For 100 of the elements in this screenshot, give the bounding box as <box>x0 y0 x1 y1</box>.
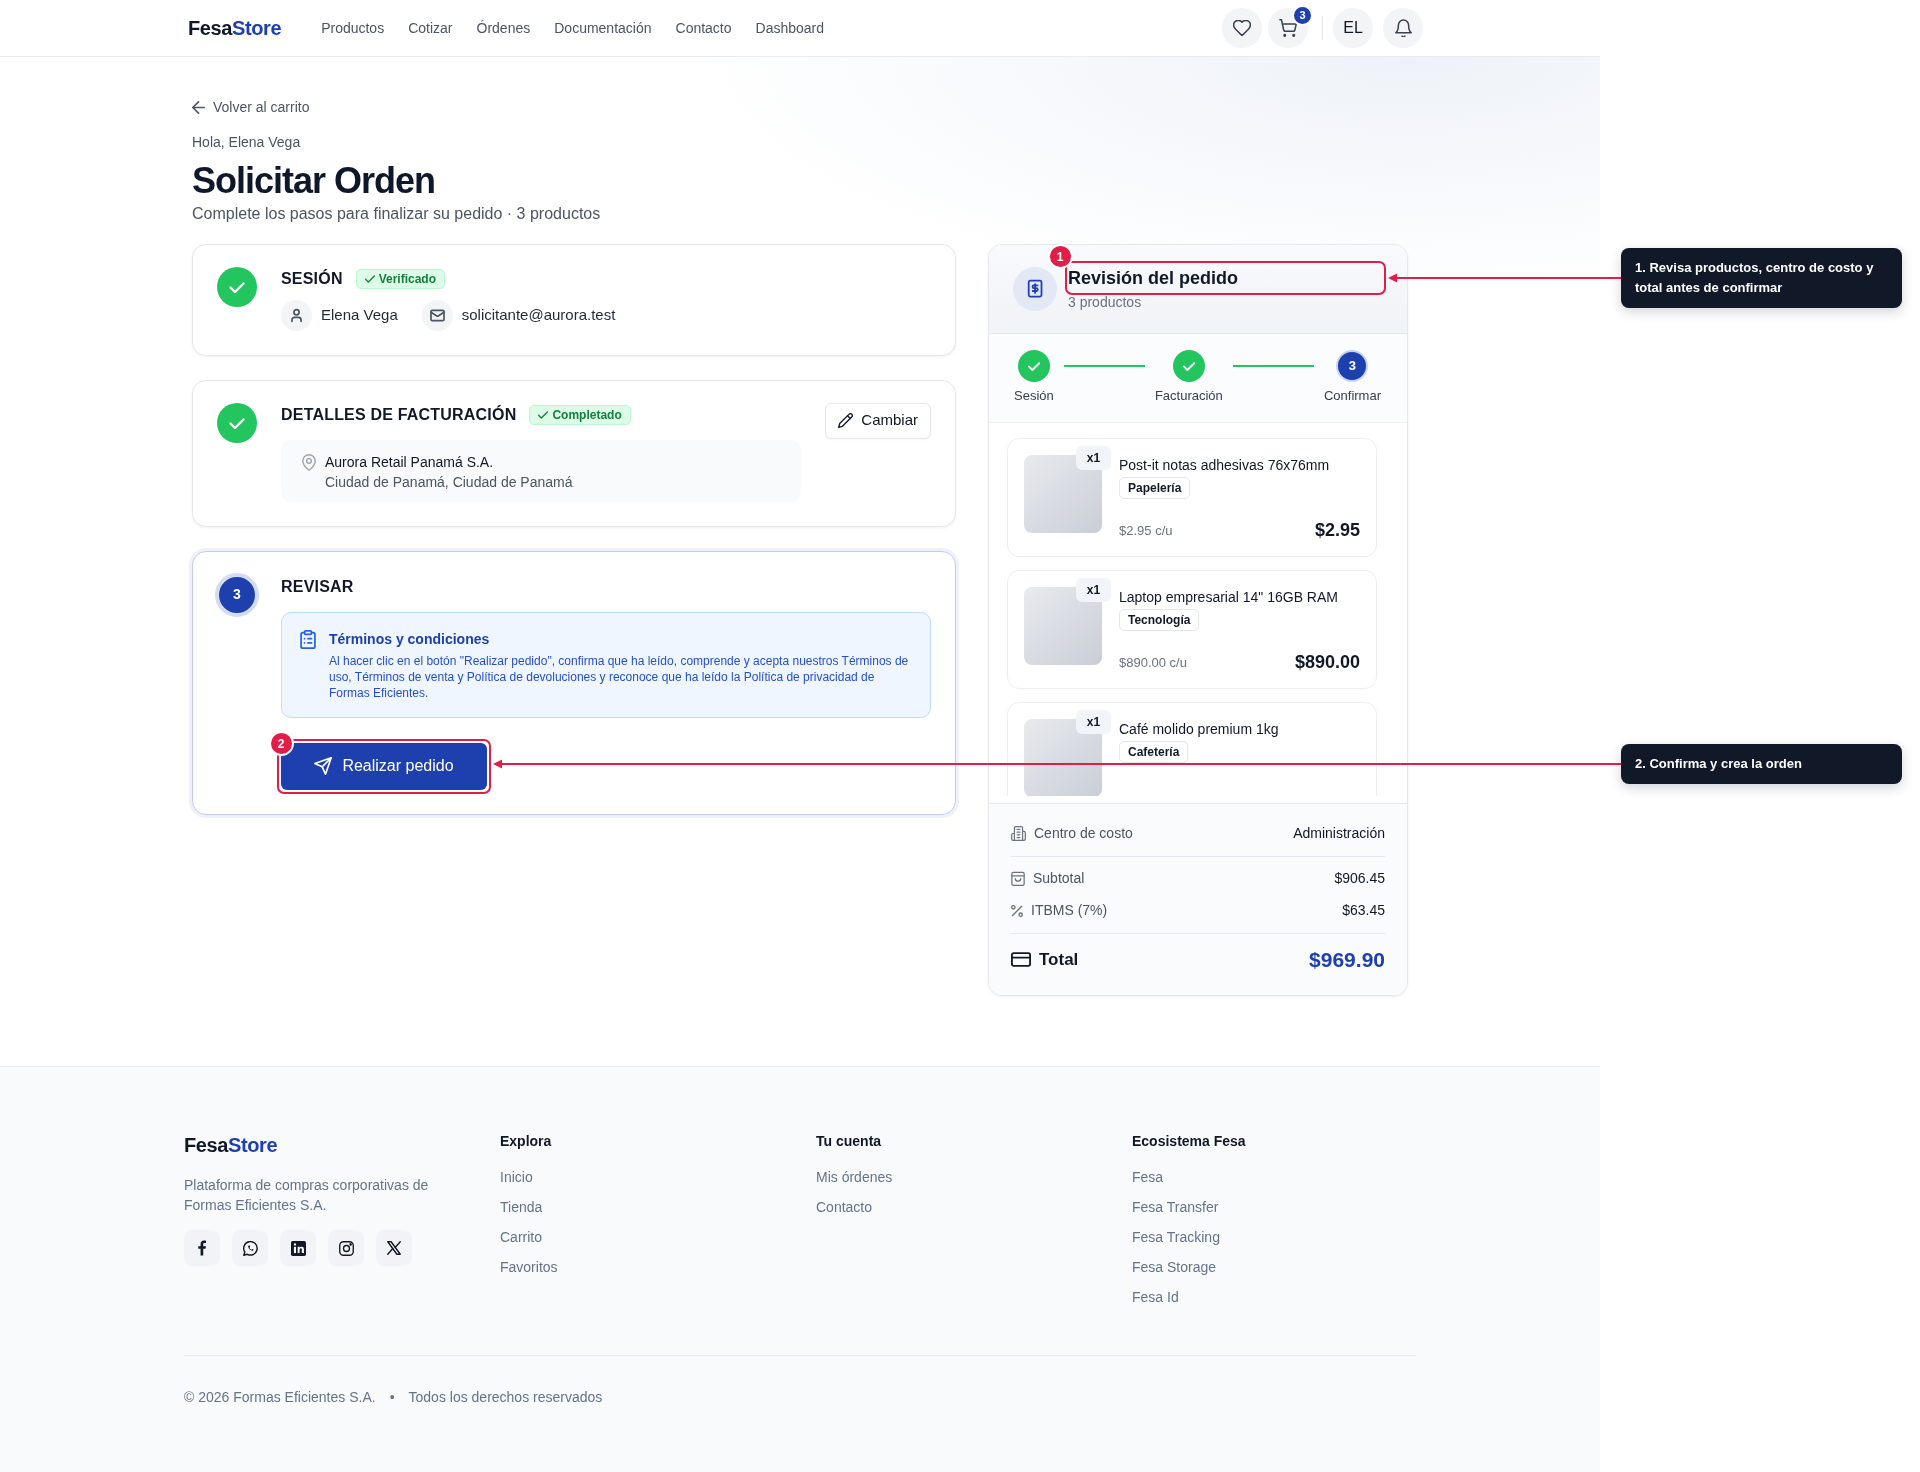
map-pin-icon <box>302 453 316 471</box>
row-value: $63.45 <box>1342 901 1385 920</box>
instagram-icon <box>338 1240 354 1256</box>
step-label: Facturación <box>1154 386 1223 405</box>
total-value: $969.90 <box>1309 946 1385 973</box>
mail-icon <box>421 299 453 331</box>
status-text: Completado <box>552 406 622 424</box>
unit-price: $2.95 c/u <box>1119 521 1173 540</box>
percent-icon <box>1011 904 1023 917</box>
row-label: Centro de costo <box>1034 824 1133 843</box>
check-icon <box>364 274 375 283</box>
bell-icon <box>1394 19 1412 37</box>
instagram-link[interactable] <box>328 1230 364 1266</box>
whatsapp-link[interactable] <box>232 1230 268 1266</box>
facebook-icon <box>195 1240 209 1256</box>
terms-text: Al hacer clic en el botón "Realizar pedido", confirma que ha leído, comprende y acepta nuestros Términos de uso, Términos de venta y Política de devoluciones y reconoce que ha leído la Política de privacidad de Formas Eficientes. <box>329 652 910 701</box>
step-label: Confirmar <box>1323 386 1381 405</box>
nav-link[interactable]: Documentación <box>554 18 652 38</box>
quantity-label: x1 <box>1076 445 1111 470</box>
footer-link[interactable]: Fesa <box>1132 1167 1164 1187</box>
footer-link[interactable]: Favoritos <box>500 1257 558 1277</box>
wishlist-button[interactable] <box>1222 8 1262 48</box>
user-name: Elena Vega <box>321 305 398 325</box>
annotation-callout: 1. Revisa productos, centro de costo y total antes de confirmar <box>1621 247 1902 308</box>
copyright-text: © 2026 Formas Eficientes S.A. <box>184 1388 376 1407</box>
heart-icon <box>1233 20 1251 36</box>
footer-logo[interactable]: FesaStore <box>184 1134 278 1156</box>
step-label: Sesión <box>1014 386 1054 405</box>
footer-description: Plataforma de compras corporativas de Formas Eficientes S.A. <box>184 1176 430 1215</box>
user-avatar[interactable]: EL <box>1333 8 1373 48</box>
cart-icon <box>1279 19 1297 37</box>
nav-link[interactable]: Órdenes <box>476 18 531 38</box>
footer-link[interactable]: Tienda <box>500 1197 543 1217</box>
section-title: SESIÓN <box>281 268 343 289</box>
greeting-text: Hola, Elena Vega <box>192 132 302 152</box>
line-total: $2.95 <box>1314 519 1360 542</box>
address-text: Ciudad de Panamá, Ciudad de Panamá <box>325 472 573 492</box>
footer-link[interactable]: Mis órdenes <box>816 1167 893 1187</box>
category-tag: Papelería <box>1119 476 1191 499</box>
bag-icon <box>1011 871 1025 886</box>
pencil-icon <box>838 413 854 428</box>
status-text: Verificado <box>378 270 437 288</box>
rights-text: Todos los derechos reservados <box>408 1388 603 1407</box>
footer-heading: Explora <box>500 1132 553 1151</box>
section-title: DETALLES DE FACTURACIÓN <box>281 404 517 425</box>
step-number: 3 <box>215 572 259 617</box>
x-logo-icon <box>387 1241 401 1255</box>
facebook-link[interactable] <box>184 1230 220 1266</box>
send-icon <box>314 757 333 775</box>
row-label: ITBMS (7%) <box>1031 901 1108 920</box>
logo[interactable]: FesaStore <box>188 13 282 43</box>
summary-title: Revisión del pedido <box>1068 266 1239 290</box>
quantity-label: x1 <box>1076 577 1111 602</box>
company-name: Aurora Retail Panamá S.A. <box>325 452 495 472</box>
line-total: $890.00 <box>1294 651 1360 674</box>
notifications-button[interactable] <box>1383 8 1423 48</box>
quantity-label: x1 <box>1076 709 1111 734</box>
nav-link[interactable]: Cotizar <box>408 18 453 38</box>
x-logo-link[interactable] <box>376 1230 412 1266</box>
footer-link[interactable]: Fesa Storage <box>1132 1257 1217 1277</box>
linkedin-icon <box>290 1240 306 1256</box>
cart-count: 3 <box>1292 5 1313 26</box>
nav-link[interactable]: Contacto <box>675 18 732 38</box>
linkedin-link[interactable] <box>280 1230 316 1266</box>
annotation-callout: 2. Confirma y crea la orden <box>1621 743 1902 784</box>
nav-link[interactable]: Dashboard <box>755 18 825 38</box>
back-link[interactable]: Volver al carrito <box>192 96 310 118</box>
product-name: Laptop empresarial 14" 16GB RAM <box>1119 587 1339 607</box>
footer-heading: Tu cuenta <box>816 1132 883 1151</box>
receipt-icon <box>1013 266 1057 311</box>
clipboard-icon <box>300 629 316 649</box>
whatsapp-icon <box>242 1240 258 1256</box>
category-tag: Tecnología <box>1119 608 1200 631</box>
footer-link[interactable]: Contacto <box>816 1197 873 1217</box>
footer-link[interactable]: Carrito <box>500 1227 542 1247</box>
category-tag: Cafetería <box>1119 740 1189 763</box>
footer-link[interactable]: Fesa Transfer <box>1132 1197 1219 1217</box>
row-label: Subtotal <box>1033 869 1085 888</box>
building-icon <box>1011 826 1026 841</box>
step-number: 3 <box>1336 349 1369 382</box>
credit-card-icon <box>1011 952 1031 967</box>
footer-link[interactable]: Fesa Id <box>1132 1287 1179 1307</box>
section-title: REVISAR <box>281 576 354 597</box>
unit-price: $890.00 c/u <box>1119 653 1187 672</box>
page-title: Solicitar Orden <box>192 160 437 201</box>
summary-count: 3 productos <box>1068 292 1142 312</box>
footer-link[interactable]: Inicio <box>500 1167 533 1187</box>
nav-link[interactable]: Productos <box>321 18 385 38</box>
page-subtitle: Complete los pasos para finalizar su pedido · 3 productos <box>192 203 602 224</box>
product-name: Café molido premium 1kg <box>1119 719 1280 739</box>
total-label: Total <box>1039 948 1079 971</box>
user-icon <box>281 299 312 331</box>
check-icon <box>538 410 549 419</box>
edit-button[interactable]: Cambiar <box>825 402 931 439</box>
terms-title: Términos y condiciones <box>329 629 491 649</box>
footer-link[interactable]: Fesa Tracking <box>1132 1227 1220 1247</box>
row-value: Administración <box>1293 824 1385 843</box>
row-value: $906.45 <box>1334 869 1385 888</box>
product-name: Post-it notas adhesivas 76x76mm <box>1119 455 1331 475</box>
bullet-separator: • <box>389 1388 395 1407</box>
